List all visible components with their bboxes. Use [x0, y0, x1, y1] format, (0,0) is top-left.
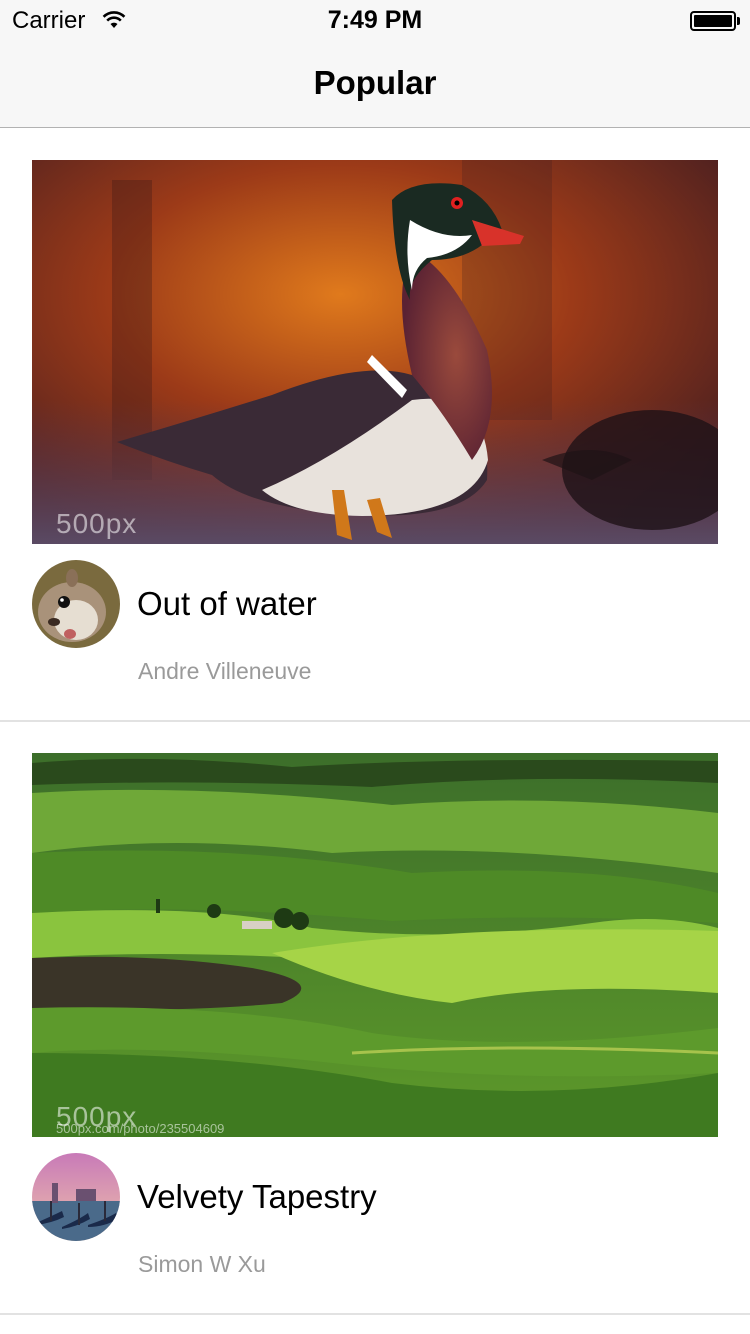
gondolas-avatar-image — [32, 1153, 120, 1241]
feed-item[interactable]: 500px Out of water Andre Villeneuve — [0, 129, 750, 722]
wood-duck-photo — [32, 160, 718, 544]
status-time: 7:49 PM — [327, 6, 423, 34]
photo-feed[interactable]: 500px Out of water Andre Villeneuve 500p… — [0, 129, 750, 1315]
battery-tip — [737, 17, 740, 25]
avatar[interactable] — [32, 560, 120, 648]
photo-image[interactable]: 500px 500px.com/photo/235504609 — [32, 753, 718, 1137]
feed-item[interactable]: 500px 500px.com/photo/235504609 Velvety … — [0, 722, 750, 1315]
watermark-logo: 500px — [56, 508, 138, 539]
photo-title: Velvety Tapestry — [137, 1178, 377, 1215]
rolling-hills-photo — [32, 753, 718, 1137]
navigation-bar: Popular — [0, 40, 750, 128]
squirrel-avatar-image — [32, 560, 120, 648]
avatar[interactable] — [32, 1153, 120, 1241]
watermark-url: 500px.com/photo/235504609 — [56, 1121, 225, 1136]
battery-icon — [690, 11, 736, 31]
photo-image[interactable]: 500px — [32, 160, 718, 544]
status-bar: Carrier 7:49 PM — [0, 0, 750, 40]
photo-author: Andre Villeneuve — [138, 658, 312, 684]
battery-level — [694, 15, 732, 27]
photo-title: Out of water — [137, 585, 317, 622]
page-title: Popular — [313, 64, 437, 101]
photo-author: Simon W Xu — [138, 1251, 266, 1277]
